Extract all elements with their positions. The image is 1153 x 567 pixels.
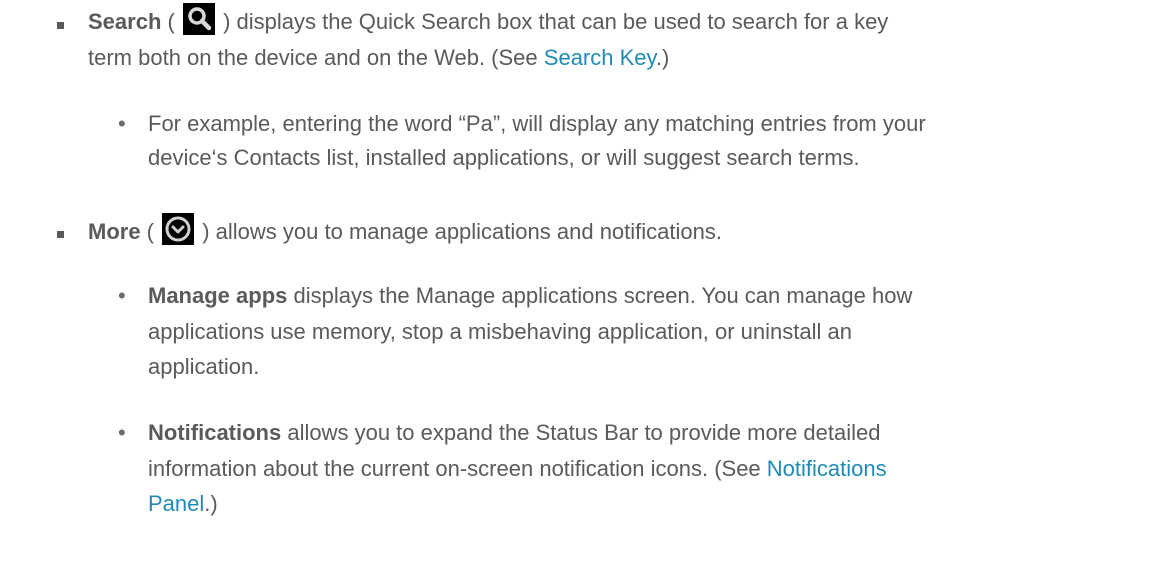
chevron-down-circle-icon xyxy=(162,213,195,245)
notifications-line-3: Panel.) xyxy=(148,491,218,516)
dot-bullet: • xyxy=(118,111,126,136)
more-label: More xyxy=(88,219,141,244)
manage-line-2: applications use memory, stop a misbehav… xyxy=(148,319,852,344)
manage-line-1: Manage apps displays the Manage applicat… xyxy=(148,283,913,308)
notifications-line-1: Notifications allows you to expand the S… xyxy=(148,420,881,445)
search-line-1: Search ( ) displays the Quick Search box… xyxy=(88,3,888,39)
square-bullet xyxy=(57,231,64,238)
notifications-line-2: information about the current on-screen … xyxy=(148,456,887,481)
dot-bullet: • xyxy=(118,283,126,308)
notifications-panel-link[interactable]: Notifications xyxy=(767,456,887,481)
search-key-link[interactable]: Search Key xyxy=(544,45,656,70)
notifications-label: Notifications xyxy=(148,420,282,445)
more-line-1: More ( ) allows you to manage applicatio… xyxy=(88,213,722,249)
search-icon xyxy=(182,3,215,35)
example-line-1: For example, entering the word “Pa”, wil… xyxy=(148,111,926,136)
search-label: Search xyxy=(88,9,162,34)
example-line-2: device‘s Contacts list, installed applic… xyxy=(148,145,860,170)
dot-bullet: • xyxy=(118,420,126,445)
square-bullet xyxy=(57,22,64,29)
notifications-panel-link-cont[interactable]: Panel xyxy=(148,491,204,516)
manage-apps-label: Manage apps xyxy=(148,283,288,308)
manage-line-3: application. xyxy=(148,354,260,379)
search-line-2: term both on the device and on the Web. … xyxy=(88,45,670,70)
